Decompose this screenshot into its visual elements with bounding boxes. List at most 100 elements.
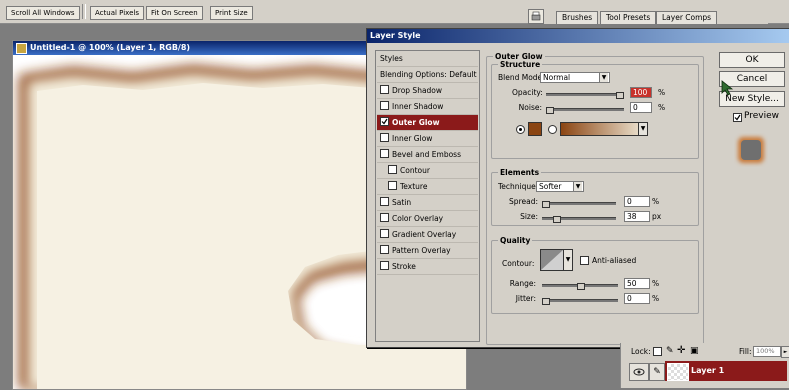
move-icon[interactable]: ✛ xyxy=(677,345,685,356)
style-item-pattern-overlay[interactable]: Pattern Overlay xyxy=(377,243,478,259)
outer-glow-checkbox[interactable] xyxy=(380,117,389,126)
anti-aliased-checkbox[interactable] xyxy=(580,256,589,265)
actual-pixels-button[interactable]: Actual Pixels xyxy=(90,6,144,20)
brush-icon[interactable]: ✎ xyxy=(666,346,674,356)
spread-label: Spread: xyxy=(509,197,538,206)
style-label: Inner Shadow xyxy=(392,102,444,111)
style-preview-thumbnail xyxy=(734,133,768,167)
style-item-drop-shadow[interactable]: Drop Shadow xyxy=(377,83,478,99)
spread-slider-thumb[interactable] xyxy=(542,201,550,208)
glow-color-swatch[interactable] xyxy=(528,122,542,136)
technique-value: Softer xyxy=(539,182,562,191)
document-icon xyxy=(16,43,27,54)
ok-button[interactable]: OK xyxy=(719,52,785,68)
style-item-outer-glow[interactable]: Outer Glow xyxy=(377,115,478,131)
spread-input[interactable]: 0 xyxy=(624,196,650,207)
satin-checkbox[interactable] xyxy=(380,197,389,206)
style-item-contour[interactable]: Contour xyxy=(377,163,478,179)
print-size-button[interactable]: Print Size xyxy=(210,6,253,20)
style-item-stroke[interactable]: Stroke xyxy=(377,259,478,275)
opacity-slider-thumb[interactable] xyxy=(616,92,624,99)
chevron-down-icon[interactable]: ▼ xyxy=(563,249,573,271)
style-item-texture[interactable]: Texture xyxy=(377,179,478,195)
solid-color-radio[interactable] xyxy=(516,125,525,134)
jitter-slider-thumb[interactable] xyxy=(542,298,550,305)
spread-slider-track[interactable] xyxy=(542,202,616,205)
range-unit: % xyxy=(652,279,660,288)
tab-layer-comps[interactable]: Layer Comps xyxy=(656,11,718,24)
style-item-gradient-overlay[interactable]: Gradient Overlay xyxy=(377,227,478,243)
range-label: Range: xyxy=(509,279,536,288)
glow-gradient-swatch[interactable] xyxy=(560,122,640,136)
dialog-title-bar[interactable]: Layer Style xyxy=(367,29,789,43)
chevron-down-icon[interactable]: ▼ xyxy=(638,122,648,136)
style-label: Texture xyxy=(400,182,428,191)
bevel-emboss-checkbox[interactable] xyxy=(380,149,389,158)
inner-shadow-checkbox[interactable] xyxy=(380,101,389,110)
quality-group: Quality Contour: ▼ Anti-aliased Range: 5… xyxy=(491,236,699,314)
style-label: Satin xyxy=(392,198,412,207)
styles-list: Styles Blending Options: Default Drop Sh… xyxy=(375,50,480,342)
style-item-inner-glow[interactable]: Inner Glow xyxy=(377,131,478,147)
range-slider-thumb[interactable] xyxy=(577,283,585,290)
technique-label: Technique: xyxy=(498,182,539,191)
layer-row-layer-1[interactable]: Layer 1 xyxy=(665,361,787,381)
stroke-checkbox[interactable] xyxy=(380,261,389,270)
texture-checkbox[interactable] xyxy=(388,181,397,190)
range-input[interactable]: 50 xyxy=(624,278,650,289)
color-overlay-checkbox[interactable] xyxy=(380,213,389,222)
opacity-input[interactable]: 100 xyxy=(630,87,652,98)
cursor-arrow-icon xyxy=(721,80,735,96)
layers-panel: Lock: ✎ ✛ ▣ Fill: 100% ► ✎ Layer 1 xyxy=(620,343,789,388)
structure-group: Structure Blend Mode: Normal ▼ Opacity: 1… xyxy=(491,60,699,159)
document-title: Untitled-1 @ 100% (Layer 1, RGB/8) xyxy=(30,43,191,52)
blend-mode-select[interactable]: Normal ▼ xyxy=(540,72,610,83)
layer-style-dialog: Layer Style Styles Blending Options: Def… xyxy=(366,28,789,348)
style-label: Gradient Overlay xyxy=(392,230,457,239)
scroll-all-windows-checkbox[interactable]: Scroll All Windows xyxy=(6,6,80,20)
jitter-input[interactable]: 0 xyxy=(624,293,650,304)
tab-brushes[interactable]: Brushes xyxy=(556,11,599,24)
noise-input[interactable]: 0 xyxy=(630,102,652,113)
lock-transparency-icon[interactable] xyxy=(653,347,662,356)
inner-glow-checkbox[interactable] xyxy=(380,133,389,142)
size-input[interactable]: 38 xyxy=(624,211,650,222)
printer-icon[interactable] xyxy=(528,9,544,24)
contour-preview[interactable] xyxy=(540,249,564,271)
style-item-inner-shadow[interactable]: Inner Shadow xyxy=(377,99,478,115)
chevron-right-icon[interactable]: ► xyxy=(781,346,789,358)
fit-on-screen-button[interactable]: Fit On Screen xyxy=(146,6,203,20)
drop-shadow-checkbox[interactable] xyxy=(380,85,389,94)
preview-checkbox[interactable] xyxy=(733,113,742,122)
style-label: Color Overlay xyxy=(392,214,444,223)
contour-checkbox[interactable] xyxy=(388,165,397,174)
chevron-down-icon: ▼ xyxy=(599,73,608,82)
jitter-label: Jitter: xyxy=(515,294,536,303)
noise-slider-thumb[interactable] xyxy=(546,107,554,114)
technique-select[interactable]: Softer ▼ xyxy=(536,181,584,192)
blending-options-item[interactable]: Blending Options: Default xyxy=(377,67,478,83)
blend-mode-label: Blend Mode: xyxy=(498,73,545,82)
eye-icon[interactable] xyxy=(629,363,649,381)
pattern-overlay-checkbox[interactable] xyxy=(380,245,389,254)
opacity-slider-track[interactable] xyxy=(546,93,624,96)
noise-label: Noise: xyxy=(518,103,542,112)
noise-slider-track[interactable] xyxy=(546,108,624,111)
styles-header[interactable]: Styles xyxy=(377,51,478,67)
gradient-overlay-checkbox[interactable] xyxy=(380,229,389,238)
style-item-satin[interactable]: Satin xyxy=(377,195,478,211)
jitter-unit: % xyxy=(652,294,660,303)
fill-input[interactable]: 100% xyxy=(753,346,781,357)
gradient-radio[interactable] xyxy=(548,125,557,134)
style-item-color-overlay[interactable]: Color Overlay xyxy=(377,211,478,227)
separator xyxy=(82,4,86,19)
jitter-slider-track[interactable] xyxy=(542,299,618,302)
lock-icon[interactable]: ▣ xyxy=(690,346,699,356)
chevron-down-icon: ▼ xyxy=(573,182,582,191)
size-slider-thumb[interactable] xyxy=(553,216,561,223)
tab-tool-presets[interactable]: Tool Presets xyxy=(600,11,657,24)
fill-label: Fill: xyxy=(739,347,752,356)
noise-unit: % xyxy=(658,103,666,112)
brush-icon[interactable]: ✎ xyxy=(649,363,665,381)
style-item-bevel-emboss[interactable]: Bevel and Emboss xyxy=(377,147,478,163)
